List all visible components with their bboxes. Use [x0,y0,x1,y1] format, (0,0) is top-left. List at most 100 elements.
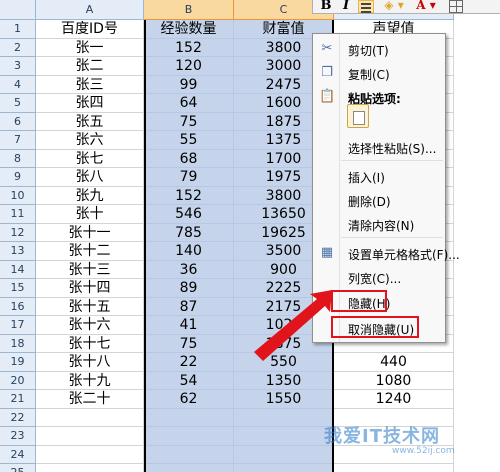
table-cell[interactable]: 张四 [36,94,144,113]
row-header[interactable]: 20 [0,371,36,390]
table-cell[interactable] [234,445,334,464]
menu-item-format-cells[interactable]: ▦ 设置单元格格式(F)... [314,242,460,264]
menu-item-copy[interactable]: ❐ 复制(C) [314,62,444,84]
table-cell[interactable]: 张六 [36,131,144,150]
row-header[interactable]: 9 [0,168,36,187]
center-align-icon[interactable] [358,0,374,13]
table-cell[interactable]: 54 [144,371,234,390]
row-header[interactable]: 5 [0,94,36,113]
row-header[interactable]: 18 [0,334,36,353]
table-cell[interactable]: 36 [144,260,234,279]
row-header[interactable]: 24 [0,445,36,464]
row-header[interactable]: 21 [0,390,36,409]
table-cell[interactable]: 张五 [36,112,144,131]
table-cell[interactable] [144,408,234,427]
column-header[interactable]: B [144,0,234,20]
table-cell[interactable]: 99 [144,75,234,94]
table-cell[interactable]: 张十九 [36,371,144,390]
menu-item-paste-special[interactable]: 选择性粘贴(S)... [314,136,444,158]
table-cell[interactable]: 张十五 [36,297,144,316]
table-cell[interactable]: 张七 [36,149,144,168]
table-cell[interactable]: 1350 [234,371,334,390]
row-header[interactable]: 16 [0,297,36,316]
table-cell[interactable]: 22 [144,353,234,372]
table-cell[interactable]: 140 [144,242,234,261]
row-header[interactable]: 14 [0,260,36,279]
table-cell[interactable] [334,464,454,472]
row-header[interactable]: 3 [0,57,36,76]
row-header[interactable]: 19 [0,353,36,372]
table-cell[interactable] [144,445,234,464]
menu-item-clear[interactable]: 清除内容(N) [314,213,444,235]
table-cell[interactable]: 张十三 [36,260,144,279]
column-header[interactable]: A [36,0,144,20]
table-cell[interactable] [144,464,234,472]
row-header[interactable]: 6 [0,112,36,131]
table-cell[interactable] [36,464,144,472]
row-header[interactable]: 8 [0,149,36,168]
table-cell[interactable] [234,464,334,472]
table-cell[interactable]: 张二十 [36,390,144,409]
row-header[interactable]: 13 [0,242,36,261]
row-header[interactable]: 12 [0,223,36,242]
table-cell[interactable]: 75 [144,112,234,131]
table-cell[interactable]: 68 [144,149,234,168]
table-cell[interactable]: 152 [144,38,234,57]
table-cell[interactable] [36,408,144,427]
table-cell[interactable]: 张十二 [36,242,144,261]
table-cell[interactable]: 440 [334,353,454,372]
table-cell[interactable]: 79 [144,168,234,187]
table-cell[interactable] [36,445,144,464]
table-cell[interactable]: 张十四 [36,279,144,298]
table-cell[interactable]: 64 [144,94,234,113]
table-cell[interactable]: 1240 [334,390,454,409]
row-header[interactable]: 22 [0,408,36,427]
table-cell[interactable]: 785 [144,223,234,242]
paste-icon[interactable] [347,104,369,128]
table-cell[interactable] [234,427,334,446]
table-cell[interactable]: 62 [144,390,234,409]
table-cell[interactable]: 41 [144,316,234,335]
row-header[interactable]: 15 [0,279,36,298]
table-cell[interactable]: 546 [144,205,234,224]
row-header[interactable]: 7 [0,131,36,150]
row-header[interactable]: 10 [0,186,36,205]
table-cell[interactable] [144,427,234,446]
table-cell[interactable]: 55 [144,131,234,150]
table-cell[interactable]: 550 [234,353,334,372]
table-cell[interactable] [234,408,334,427]
row-header[interactable]: 4 [0,75,36,94]
table-cell[interactable]: 张十六 [36,316,144,335]
table-cell[interactable]: 张三 [36,75,144,94]
row-header[interactable]: 11 [0,205,36,224]
borders-icon[interactable] [449,0,463,13]
table-cell[interactable]: 张二 [36,57,144,76]
table-cell[interactable]: 经验数量 [144,20,234,39]
row-header[interactable]: 1 [0,20,36,39]
table-cell[interactable]: 张十七 [36,334,144,353]
table-cell[interactable]: 张九 [36,186,144,205]
menu-item-column-width[interactable]: 列宽(C)... [314,266,444,288]
table-cell[interactable]: 张八 [36,168,144,187]
table-cell[interactable]: 张十八 [36,353,144,372]
menu-item-delete[interactable]: 删除(D) [314,189,444,211]
table-cell[interactable]: 1080 [334,371,454,390]
table-cell[interactable]: 张一 [36,38,144,57]
table-cell[interactable]: 1550 [234,390,334,409]
fill-color-button[interactable]: ◈ ▾ [381,0,407,14]
font-color-button[interactable]: A ▾ [413,0,439,14]
row-header[interactable]: 23 [0,427,36,446]
select-all-corner[interactable] [0,0,36,20]
table-cell[interactable]: 87 [144,297,234,316]
table-cell[interactable]: 152 [144,186,234,205]
italic-button[interactable]: I [339,0,353,14]
row-header[interactable]: 17 [0,316,36,335]
table-cell[interactable] [36,427,144,446]
bold-button[interactable]: B [319,0,333,14]
menu-item-cut[interactable]: ✂ 剪切(T) [314,38,444,60]
table-cell[interactable]: 75 [144,334,234,353]
row-header[interactable]: 25 [0,464,36,472]
menu-item-insert[interactable]: 插入(I) [314,165,444,187]
table-cell[interactable]: 120 [144,57,234,76]
table-cell[interactable]: 张十 [36,205,144,224]
